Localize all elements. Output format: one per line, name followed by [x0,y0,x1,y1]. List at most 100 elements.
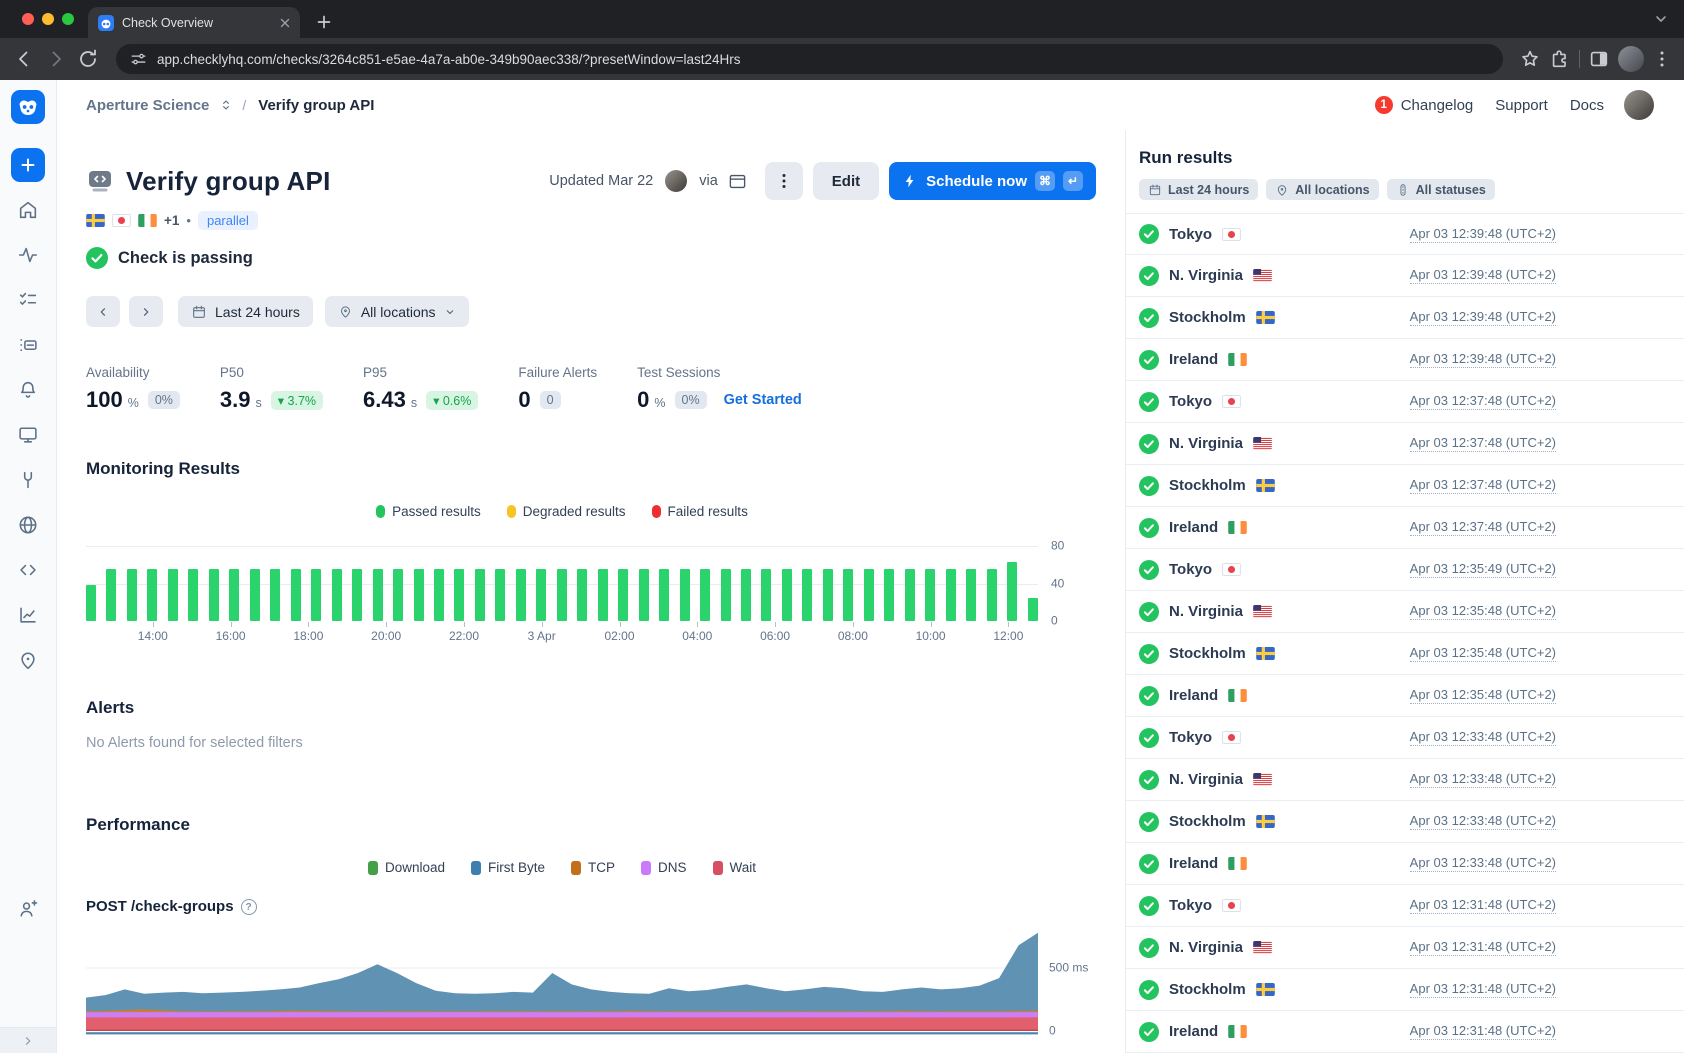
run-location: Tokyo [1169,897,1212,914]
run-result-row[interactable]: IrelandApr 03 12:37:48 (UTC+2) [1126,507,1684,549]
tab-search-chevron-icon[interactable] [1654,12,1668,26]
sidebar-item-monitoring[interactable] [10,237,46,273]
sidebar-item-private-locations[interactable] [10,507,46,543]
url-bar[interactable]: app.checklyhq.com/checks/3264c851-e5ae-4… [116,44,1503,74]
sidebar-expand-button[interactable] [0,1027,56,1053]
url-text[interactable]: app.checklyhq.com/checks/3264c851-e5ae-4… [157,52,741,67]
sidebar-item-groups[interactable] [10,327,46,363]
run-timestamp-link[interactable]: Apr 03 12:31:48 (UTC+2) [1410,981,1556,998]
invite-user-button[interactable] [10,891,46,927]
run-timestamp-link[interactable]: Apr 03 12:31:48 (UTC+2) [1410,1023,1556,1040]
run-result-row[interactable]: StockholmApr 03 12:33:48 (UTC+2) [1126,801,1684,843]
locations-filter[interactable]: All locations [325,296,469,327]
reload-button[interactable] [76,47,100,71]
next-window-button[interactable] [129,296,163,327]
performance-chart[interactable]: 500 ms0 [86,931,1095,1035]
account-switcher-icon[interactable] [218,97,234,113]
create-new-button[interactable] [11,148,45,182]
run-result-row[interactable]: N. VirginiaApr 03 12:39:48 (UTC+2) [1126,255,1684,297]
breadcrumb-account[interactable]: Aperture Science [86,97,209,114]
topbar-link-support[interactable]: Support [1495,97,1548,114]
run-timestamp-link[interactable]: Apr 03 12:37:48 (UTC+2) [1410,435,1556,452]
back-button[interactable] [12,47,36,71]
run-timestamp-link[interactable]: Apr 03 12:37:48 (UTC+2) [1410,393,1556,410]
extensions-icon[interactable] [1549,48,1571,70]
stat-unit: % [128,396,139,410]
run-result-row[interactable]: StockholmApr 03 12:31:48 (UTC+2) [1126,969,1684,1011]
checkly-logo[interactable] [11,90,45,124]
browser-menu-icon[interactable] [1652,49,1672,69]
window-controls[interactable] [22,13,74,25]
side-panel-icon[interactable] [1588,48,1610,70]
topbar-link-changelog[interactable]: Changelog [1401,97,1474,114]
run-timestamp-link[interactable]: Apr 03 12:31:48 (UTC+2) [1410,897,1556,914]
run-result-row[interactable]: TokyoApr 03 12:35:49 (UTC+2) [1126,549,1684,591]
run-timestamp-link[interactable]: Apr 03 12:39:48 (UTC+2) [1410,309,1556,326]
run-result-row[interactable]: StockholmApr 03 12:39:48 (UTC+2) [1126,297,1684,339]
window-zoom-button[interactable] [62,13,74,25]
run-result-row[interactable]: StockholmApr 03 12:35:48 (UTC+2) [1126,633,1684,675]
forward-button[interactable] [44,47,68,71]
run-timestamp-link[interactable]: Apr 03 12:35:48 (UTC+2) [1410,687,1556,704]
response-time-area-chart[interactable] [86,931,1038,1035]
run-timestamp-link[interactable]: Apr 03 12:37:48 (UTC+2) [1410,477,1556,494]
run-result-row[interactable]: TokyoApr 03 12:37:48 (UTC+2) [1126,381,1684,423]
run-result-row[interactable]: N. VirginiaApr 03 12:33:48 (UTC+2) [1126,759,1684,801]
run-timestamp-link[interactable]: Apr 03 12:39:48 (UTC+2) [1410,226,1556,243]
sidebar-item-dashboards[interactable] [10,417,46,453]
run-result-row[interactable]: IrelandApr 03 12:39:48 (UTC+2) [1126,339,1684,381]
run-timestamp-link[interactable]: Apr 03 12:39:48 (UTC+2) [1410,351,1556,368]
filter-chip-last-24-hours[interactable]: Last 24 hours [1139,179,1258,200]
browser-profile-avatar[interactable] [1618,46,1644,72]
sidebar-item-analytics[interactable] [10,597,46,633]
run-timestamp-link[interactable]: Apr 03 12:39:48 (UTC+2) [1410,267,1556,284]
time-range-filter[interactable]: Last 24 hours [178,296,313,327]
window-minimize-button[interactable] [42,13,54,25]
result-bar [864,569,874,621]
window-close-button[interactable] [22,13,34,25]
run-result-row[interactable]: Tokyo Apr 03 12:31:48 (UTC+2) [1126,885,1684,927]
edit-button[interactable]: Edit [813,162,879,200]
get-started-link[interactable]: Get Started [724,392,802,408]
prev-window-button[interactable] [86,296,120,327]
bookmark-star-icon[interactable] [1519,48,1541,70]
run-timestamp-link[interactable]: Apr 03 12:31:48 (UTC+2) [1410,939,1556,956]
run-timestamp-link[interactable]: Apr 03 12:37:48 (UTC+2) [1410,519,1556,536]
monitoring-chart[interactable]: 8040014:0016:0018:0020:0022:003 Apr02:00… [86,546,1095,646]
run-result-row[interactable]: TokyoApr 03 12:33:48 (UTC+2) [1126,717,1684,759]
run-result-row[interactable]: N. VirginiaApr 03 12:37:48 (UTC+2) [1126,423,1684,465]
tab-close-icon[interactable] [280,18,290,28]
updated-by-avatar[interactable] [665,170,687,192]
run-timestamp-link[interactable]: Apr 03 12:33:48 (UTC+2) [1410,771,1556,788]
new-tab-button[interactable] [314,12,334,32]
run-timestamp-link[interactable]: Apr 03 12:35:49 (UTC+2) [1410,561,1556,578]
filter-chip-all-locations[interactable]: All locations [1266,179,1378,200]
sidebar-item-maintenance[interactable] [10,462,46,498]
site-settings-icon[interactable] [130,51,147,68]
user-avatar[interactable] [1624,90,1654,120]
run-result-row[interactable]: StockholmApr 03 12:37:48 (UTC+2) [1126,465,1684,507]
sidebar-item-home[interactable] [10,192,46,228]
browser-tab[interactable]: Check Overview [88,7,300,38]
topbar-link-docs[interactable]: Docs [1570,97,1604,114]
stat-trend-badge: 0 [540,391,561,409]
run-result-row[interactable]: IrelandApr 03 12:35:48 (UTC+2) [1126,675,1684,717]
run-result-row[interactable]: IrelandApr 03 12:33:48 (UTC+2) [1126,843,1684,885]
filter-chip-all-statuses[interactable]: All statuses [1387,179,1495,200]
sidebar-item-status-pages[interactable] [10,642,46,678]
run-timestamp-link[interactable]: Apr 03 12:33:48 (UTC+2) [1410,813,1556,830]
run-result-row[interactable]: TokyoApr 03 12:39:48 (UTC+2) [1126,213,1684,255]
run-timestamp-link[interactable]: Apr 03 12:35:48 (UTC+2) [1410,603,1556,620]
run-result-row[interactable]: N. VirginiaApr 03 12:35:48 (UTC+2) [1126,591,1684,633]
sidebar-item-cli[interactable] [10,552,46,588]
sidebar-item-checks[interactable] [10,282,46,318]
run-result-row[interactable]: N. VirginiaApr 03 12:31:48 (UTC+2) [1126,927,1684,969]
run-timestamp-link[interactable]: Apr 03 12:35:48 (UTC+2) [1410,645,1556,662]
more-options-button[interactable] [765,162,803,200]
schedule-now-button[interactable]: Schedule now ⌘ ↵ [889,162,1096,200]
help-icon[interactable]: ? [241,899,257,915]
run-result-row[interactable]: IrelandApr 03 12:31:48 (UTC+2) [1126,1011,1684,1053]
run-timestamp-link[interactable]: Apr 03 12:33:48 (UTC+2) [1410,855,1556,872]
run-timestamp-link[interactable]: Apr 03 12:33:48 (UTC+2) [1410,729,1556,746]
sidebar-item-alerts[interactable] [10,372,46,408]
